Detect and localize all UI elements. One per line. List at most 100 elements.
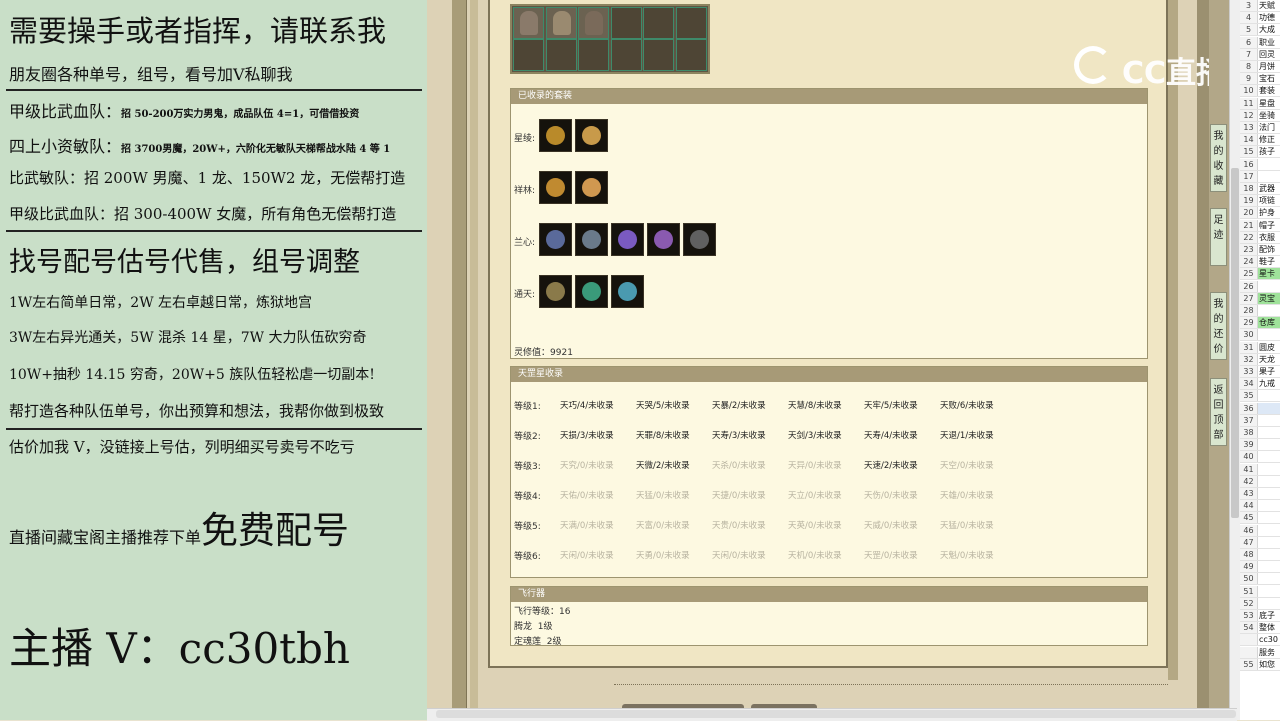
sheet-row-number: 54 <box>1240 622 1258 634</box>
sheet-row-number: 11 <box>1240 97 1258 109</box>
set-item-icon[interactable] <box>539 223 572 256</box>
score-value: 9921 <box>550 348 573 358</box>
tiangang-cell: 天退/1/未收录 <box>940 431 994 441</box>
tiangang-cell: 天微/2/未收录 <box>636 461 690 471</box>
set-item-icon[interactable] <box>539 275 572 308</box>
sheet-row-number: 15 <box>1240 146 1258 158</box>
sheet-row-number: 21 <box>1240 219 1258 231</box>
character-portrait[interactable] <box>545 7 577 39</box>
sheet-cell: 底子 <box>1259 611 1275 620</box>
tiangang-level-label: 等级1: <box>514 402 541 412</box>
set-item-icon[interactable] <box>575 275 608 308</box>
dotted-divider <box>614 684 1168 685</box>
sheet-row: 33 果子 <box>1240 366 1280 378</box>
overlay-line-4: 四上小资敏队：招 3700男魔，20W+，六阶化无敏队天梯帮战水陆 4 等 1 <box>9 133 390 157</box>
sheet-row: 6 职业 <box>1240 36 1280 49</box>
tab-footprints[interactable]: 足迹 <box>1210 208 1227 266</box>
sheet-row: 11 星盘 <box>1240 97 1280 110</box>
sheet-cell: 功德 <box>1259 13 1275 23</box>
set-item-icon[interactable] <box>647 223 680 256</box>
sheet-row-number: 16 <box>1240 158 1258 170</box>
sheet-row-number: 30 <box>1240 329 1258 341</box>
sheet-row: 27 灵宝 <box>1240 292 1280 305</box>
dragon-label: 腾龙 <box>514 622 533 632</box>
sheet-cell: 星卡 <box>1259 269 1275 279</box>
sheet-row: 37 <box>1240 414 1280 427</box>
sheet-row-number: 12 <box>1240 109 1258 121</box>
overlay-rule <box>6 230 422 232</box>
sheet-cell: 宝石 <box>1259 74 1275 84</box>
collected-sets-section: 已收录的套装 星绫: 祥林: 兰心: 通天: 灵修值：9921 <box>510 88 1148 359</box>
side-strip <box>1209 0 1229 720</box>
character-portrait[interactable] <box>578 7 609 39</box>
sheet-cell: 法门 <box>1259 123 1275 132</box>
empty-slot[interactable] <box>610 7 642 39</box>
overlay-line-13: 直播间藏宝阁主播推荐下单免费配号 <box>9 500 349 554</box>
sheet-row: 服务 <box>1240 646 1280 659</box>
frame-right-outer <box>1197 0 1209 720</box>
sheet-row-number <box>1240 646 1258 658</box>
tab-my-bargain[interactable]: 我的还价 <box>1210 292 1227 360</box>
sheet-row: 41 <box>1240 463 1280 476</box>
tab-my-favorites[interactable]: 我的收藏 <box>1210 124 1227 192</box>
horizontal-scroll-thumb[interactable] <box>436 710 1236 718</box>
set-item-icon[interactable] <box>575 119 608 152</box>
vertical-scroll-thumb[interactable] <box>1231 168 1239 518</box>
overlay-line-3-body: 招 50-200万实力男鬼，成品队伍 4=1，可借借投资 <box>121 109 360 120</box>
sheet-row-number: 31 <box>1240 341 1258 353</box>
empty-slot[interactable] <box>513 39 544 71</box>
tiangang-level-label: 等级4: <box>514 492 541 502</box>
empty-slot[interactable] <box>545 39 577 71</box>
tiangang-cell: 天勇/0/未收录 <box>636 551 690 561</box>
set-item-icon[interactable] <box>575 171 608 204</box>
empty-slot[interactable] <box>610 39 642 71</box>
character-portrait[interactable] <box>513 7 544 39</box>
tiangang-cell: 天寿/4/未收录 <box>864 431 918 441</box>
set-item-icon[interactable] <box>611 275 644 308</box>
overlay-rule <box>6 428 422 430</box>
set-item-icon[interactable] <box>575 223 608 256</box>
sheet-cell: 武器 <box>1259 184 1275 193</box>
frame-left <box>452 0 467 720</box>
sheet-row-number: 8 <box>1240 61 1258 72</box>
sheet-row-number: 27 <box>1240 292 1258 304</box>
sheet-row-number: 44 <box>1240 500 1258 512</box>
set-item-icon[interactable] <box>611 223 644 256</box>
set-item-icon[interactable] <box>539 171 572 204</box>
sheet-row: 31 圆皮 <box>1240 341 1280 354</box>
sheet-row-number: 6 <box>1240 36 1258 48</box>
section-header: 天罡星收录 <box>511 367 1147 382</box>
score-label: 灵修值： <box>514 348 551 358</box>
sheet-row: 50 <box>1240 573 1280 586</box>
tab-back-to-top[interactable]: 返回顶部 <box>1210 378 1227 446</box>
set-item-icon[interactable] <box>683 223 716 256</box>
sheet-row-number: 40 <box>1240 451 1258 463</box>
sheet-row: 19 项链 <box>1240 195 1280 208</box>
empty-slot[interactable] <box>578 39 609 71</box>
item-glyph <box>618 282 637 301</box>
sheet-row-number: 42 <box>1240 475 1258 487</box>
tiangang-section: 天罡星收录 等级1: 天巧/4/未收录 天哭/5/未收录 天暴/2/未收录 天慧/8/未… <box>510 366 1148 578</box>
item-glyph <box>618 230 637 249</box>
set-item-icon[interactable] <box>539 119 572 152</box>
sheet-row-number: 7 <box>1240 48 1258 60</box>
tiangang-level-label: 等级2: <box>514 432 541 442</box>
sheet-row: 48 <box>1240 549 1280 561</box>
spreadsheet-strip: 3 天赋 4 功德 5 大成 6 职业 7 回灵 8 月饼 9 宝石 10 套装 11 星盘 12 坐骑 13 法门 14 修… <box>1240 0 1280 720</box>
empty-slot[interactable] <box>643 7 674 39</box>
sheet-row: 4 功德 <box>1240 12 1280 25</box>
empty-slot[interactable] <box>675 39 707 71</box>
sheet-cell: 职业 <box>1259 37 1275 47</box>
tiangang-cell: 天巧/4/未收录 <box>560 401 614 411</box>
item-glyph <box>654 230 673 249</box>
empty-slot[interactable] <box>643 39 674 71</box>
tiangang-cell: 天英/0/未收录 <box>788 521 842 531</box>
empty-slot[interactable] <box>675 7 707 39</box>
sheet-cell: 坐骑 <box>1259 110 1275 120</box>
set-label: 兰心: <box>514 238 536 248</box>
sheet-row-number: 10 <box>1240 85 1258 97</box>
flight-level: 飞行等级：16 <box>514 604 570 617</box>
tiangang-cell: 天富/0/未收录 <box>636 521 690 531</box>
sheet-row: 5 大成 <box>1240 24 1280 37</box>
tiangang-cell: 天损/3/未收录 <box>560 431 614 441</box>
